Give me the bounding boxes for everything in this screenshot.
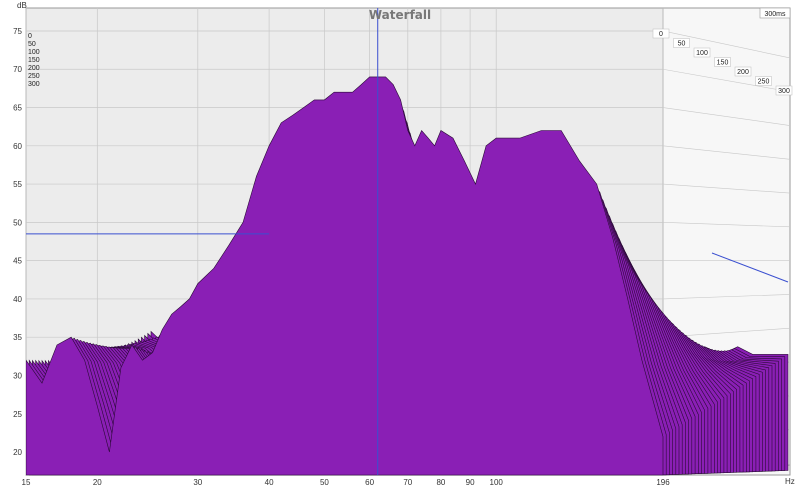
y-tick-label: 30 [13,371,22,380]
time-legend-label: 300 [28,81,40,88]
x-tick-label: 40 [265,478,274,487]
x-tick-label: 60 [365,478,374,487]
x-tick-label: 90 [466,478,475,487]
y-tick-label: 35 [13,333,22,342]
x-tick-label: 15 [22,478,31,487]
time-tick-label: 200 [737,69,749,76]
y-tick-label: 20 [13,448,22,457]
time-legend-label: 200 [28,65,40,72]
time-legend-label: 0 [28,33,32,40]
y-unit-label: dB [17,1,27,10]
y-tick-label: 75 [13,27,22,36]
y-tick-label: 70 [13,65,22,74]
x-tick-label: 80 [436,478,445,487]
time-legend-label: 150 [28,57,40,64]
x-tick-label: 30 [193,478,202,487]
x-unit-label: Hz [785,477,795,486]
time-tick-label: 50 [678,41,686,48]
x-tick-label: 100 [490,478,504,487]
time-tick-label: 100 [696,50,708,57]
time-tick-label: 0 [659,31,663,38]
time-range-label: 300ms [764,11,786,18]
waterfall-chart: 20 25 30 35 40 45 50 55 60 65 70 75 15 20 30 40 50 60 70 8… [13,1,795,487]
x-tick-labels: 15 20 30 40 50 60 70 80 90 100 196 [22,478,671,487]
y-tick-label: 65 [13,104,22,113]
y-tick-labels: 20 25 30 35 40 45 50 55 60 65 70 75 [13,27,22,457]
y-tick-label: 40 [13,295,22,304]
y-tick-label: 45 [13,257,22,266]
time-tick-label: 250 [758,79,770,86]
time-legend-label: 250 [28,73,40,80]
chart-title: Waterfall [369,8,431,22]
x-tick-label: 20 [93,478,102,487]
x-tick-label: 196 [656,478,670,487]
time-legend-label: 100 [28,49,40,56]
y-tick-label: 55 [13,180,22,189]
y-tick-label: 60 [13,142,22,151]
y-tick-label: 50 [13,218,22,227]
y-tick-label: 25 [13,410,22,419]
x-tick-label: 70 [403,478,412,487]
time-tick-label: 150 [717,60,729,67]
x-tick-label: 50 [320,478,329,487]
time-tick-label: 300 [778,88,790,95]
time-legend-label: 50 [28,41,36,48]
